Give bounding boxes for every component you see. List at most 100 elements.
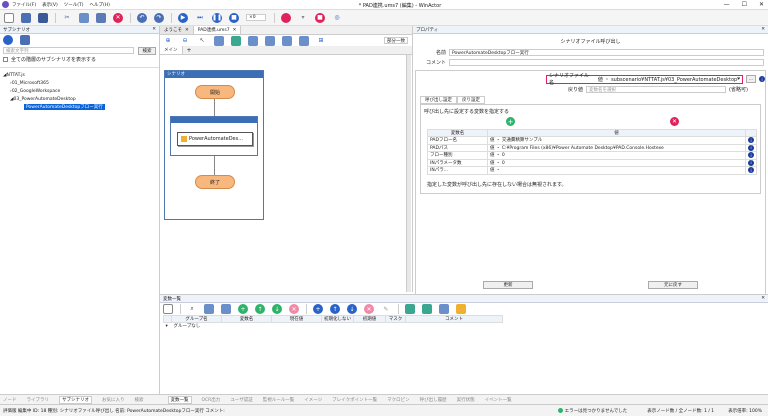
update-button[interactable]: 更新 bbox=[483, 281, 533, 289]
add-tab-icon[interactable]: + bbox=[187, 47, 192, 54]
tab-monitor-rules[interactable]: 監視ルール一覧 bbox=[263, 397, 295, 403]
info-icon[interactable]: i bbox=[759, 76, 765, 82]
export-icon[interactable] bbox=[20, 35, 30, 45]
tab-breakpoints[interactable]: ブレイクポイント一覧 bbox=[332, 397, 377, 403]
add-variable-icon[interactable]: + bbox=[313, 304, 323, 314]
remove-variable-icon[interactable]: ✕ bbox=[670, 117, 679, 126]
tab-return-settings[interactable]: 戻り設定 bbox=[457, 96, 485, 104]
save-icon[interactable] bbox=[38, 12, 48, 23]
tree-item[interactable]: › 01_Microsoft365 bbox=[0, 79, 159, 87]
clear-icon[interactable] bbox=[439, 304, 449, 314]
collapse-icon[interactable]: ▾ bbox=[166, 324, 168, 329]
filter-icon[interactable] bbox=[204, 304, 214, 314]
step-run-icon[interactable]: ⏭ bbox=[195, 13, 205, 23]
return-select[interactable]: 変数名を選択 bbox=[586, 86, 726, 93]
record-stop-icon[interactable]: ■ bbox=[315, 12, 325, 23]
maximize-icon[interactable]: ☐ bbox=[742, 1, 747, 8]
tab-ocr[interactable]: OCR出力 bbox=[202, 397, 221, 403]
action-group[interactable]: PowerAutomateDes... bbox=[170, 116, 258, 156]
select-icon[interactable]: ↖ bbox=[197, 36, 207, 46]
tree-item[interactable]: › 02_GoogleWorkspace bbox=[0, 87, 159, 95]
add-group-icon[interactable]: + bbox=[238, 304, 248, 314]
tab-welcome[interactable]: ようこそ ✕ bbox=[160, 26, 194, 34]
record-icon[interactable] bbox=[281, 12, 291, 23]
new-file-icon[interactable] bbox=[4, 12, 14, 23]
edit-icon[interactable]: ✎ bbox=[381, 304, 391, 314]
tab-pad-scenario[interactable]: PAD連携.ums7 ✕ bbox=[193, 26, 242, 34]
move-down-icon[interactable]: ↓ bbox=[272, 304, 282, 314]
move-up-icon[interactable]: ↑ bbox=[255, 304, 265, 314]
tab-call-settings[interactable]: 呼び出し設定 bbox=[420, 96, 457, 104]
table-row[interactable]: フロー種別値 ・ 0i bbox=[427, 151, 757, 160]
link-icon[interactable] bbox=[299, 35, 309, 46]
tree-item[interactable]: ◢ NTTAT.js bbox=[0, 71, 159, 79]
tab-library[interactable]: ライブラリ bbox=[27, 397, 50, 403]
comment-input[interactable] bbox=[449, 59, 764, 66]
end-node[interactable]: 終了 bbox=[195, 175, 235, 189]
restore-button[interactable]: 元に戻す bbox=[648, 281, 698, 289]
tab-image[interactable]: イメージ bbox=[304, 397, 322, 403]
speed-stepper[interactable]: ×0 bbox=[246, 14, 266, 21]
search-icon[interactable]: ⌕ bbox=[187, 304, 197, 314]
variable-down-icon[interactable]: ↓ bbox=[347, 304, 357, 314]
open-folder-icon[interactable] bbox=[21, 12, 31, 23]
add-variable-icon[interactable]: + bbox=[506, 117, 515, 126]
list-icon[interactable] bbox=[163, 304, 173, 314]
zoom-in-icon[interactable]: ⊕ bbox=[163, 36, 173, 46]
tab-node[interactable]: ノード bbox=[3, 397, 17, 403]
match-select[interactable]: 部分一致 bbox=[384, 37, 408, 44]
group-icon[interactable] bbox=[231, 35, 241, 46]
pause-icon[interactable]: ❚❚ bbox=[212, 12, 222, 23]
sync-icon[interactable] bbox=[3, 35, 13, 45]
table-row[interactable]: PADフロー名値 ・ 交通費精算サンプル i bbox=[427, 136, 757, 145]
table-row[interactable]: INパラメータ数値 ・ 0i bbox=[427, 158, 757, 167]
undo-icon[interactable]: ↶ bbox=[137, 12, 147, 23]
browse-button[interactable]: … bbox=[746, 75, 757, 83]
menu-view[interactable]: 表示(V) bbox=[42, 2, 58, 8]
tab-subscenario[interactable]: サブシナリオ bbox=[59, 395, 92, 404]
tab-call-history[interactable]: 呼び出し履歴 bbox=[420, 397, 447, 403]
show-all-checkbox[interactable] bbox=[3, 57, 8, 62]
tab-variable-list[interactable]: 変数一覧 bbox=[167, 395, 192, 404]
settings-icon[interactable] bbox=[456, 304, 466, 314]
close-icon[interactable]: ✕ bbox=[759, 1, 764, 8]
tab-run-status[interactable]: 実行状態 bbox=[457, 397, 475, 403]
menu-tools[interactable]: ツール(T) bbox=[64, 2, 84, 8]
cut-icon[interactable]: ✂ bbox=[62, 13, 72, 23]
pin-icon[interactable]: ✕ bbox=[761, 27, 765, 32]
tree-item[interactable]: ◢ 03_PowerAutomateDesktop bbox=[0, 95, 159, 103]
layout-icon[interactable] bbox=[265, 35, 275, 46]
tab-search[interactable]: 検索 bbox=[135, 397, 144, 403]
copy-value-icon[interactable] bbox=[405, 304, 415, 314]
search-input[interactable]: 検索文字列 bbox=[3, 47, 134, 54]
scenario-file-node[interactable]: PowerAutomateDes... bbox=[177, 132, 253, 146]
zoom-fit-icon[interactable]: ⊞ bbox=[316, 36, 326, 46]
run-icon[interactable]: ▶ bbox=[178, 12, 188, 23]
table-row[interactable]: INパラ... 値 ・ i bbox=[427, 166, 757, 175]
tab-user-auth[interactable]: ユーザ認証 bbox=[230, 397, 252, 403]
tree-item-selected[interactable]: PowerAutomateDesktopフロー実行 bbox=[0, 103, 159, 111]
vertical-scrollbar[interactable] bbox=[406, 55, 411, 292]
close-icon[interactable]: ✕ bbox=[761, 296, 765, 301]
import-icon[interactable] bbox=[221, 304, 231, 314]
scenario-group[interactable]: シナリオ 開始 PowerAutomateDes... 終了 bbox=[164, 70, 264, 220]
zoom-out-icon[interactable]: ⊖ bbox=[180, 36, 190, 46]
align-icon[interactable] bbox=[248, 35, 258, 46]
name-input[interactable]: PowerAutomateDesktopフロー実行 bbox=[449, 49, 764, 56]
stop-icon[interactable]: ■ bbox=[229, 12, 239, 23]
tree-icon[interactable] bbox=[422, 304, 432, 314]
node-icon[interactable] bbox=[282, 35, 292, 46]
search-button[interactable]: 検索 bbox=[138, 46, 156, 55]
delete-icon[interactable]: ✕ bbox=[113, 12, 123, 23]
chevron-down-icon[interactable]: ▾ bbox=[738, 76, 741, 82]
tab-event-list[interactable]: イベント一覧 bbox=[485, 397, 512, 403]
table-row[interactable]: ▾ グループなし bbox=[164, 323, 503, 330]
pin-icon[interactable]: ✕ bbox=[152, 27, 156, 32]
minimize-icon[interactable]: — bbox=[724, 1, 730, 8]
grid-icon[interactable] bbox=[214, 35, 224, 46]
tab-favorites[interactable]: お気に入り bbox=[102, 397, 125, 403]
delete-group-icon[interactable]: ✕ bbox=[289, 304, 299, 314]
menu-file[interactable]: ファイル(F) bbox=[12, 2, 36, 8]
menu-help[interactable]: ヘルプ(H) bbox=[89, 2, 109, 8]
redo-icon[interactable]: ↷ bbox=[154, 12, 164, 23]
